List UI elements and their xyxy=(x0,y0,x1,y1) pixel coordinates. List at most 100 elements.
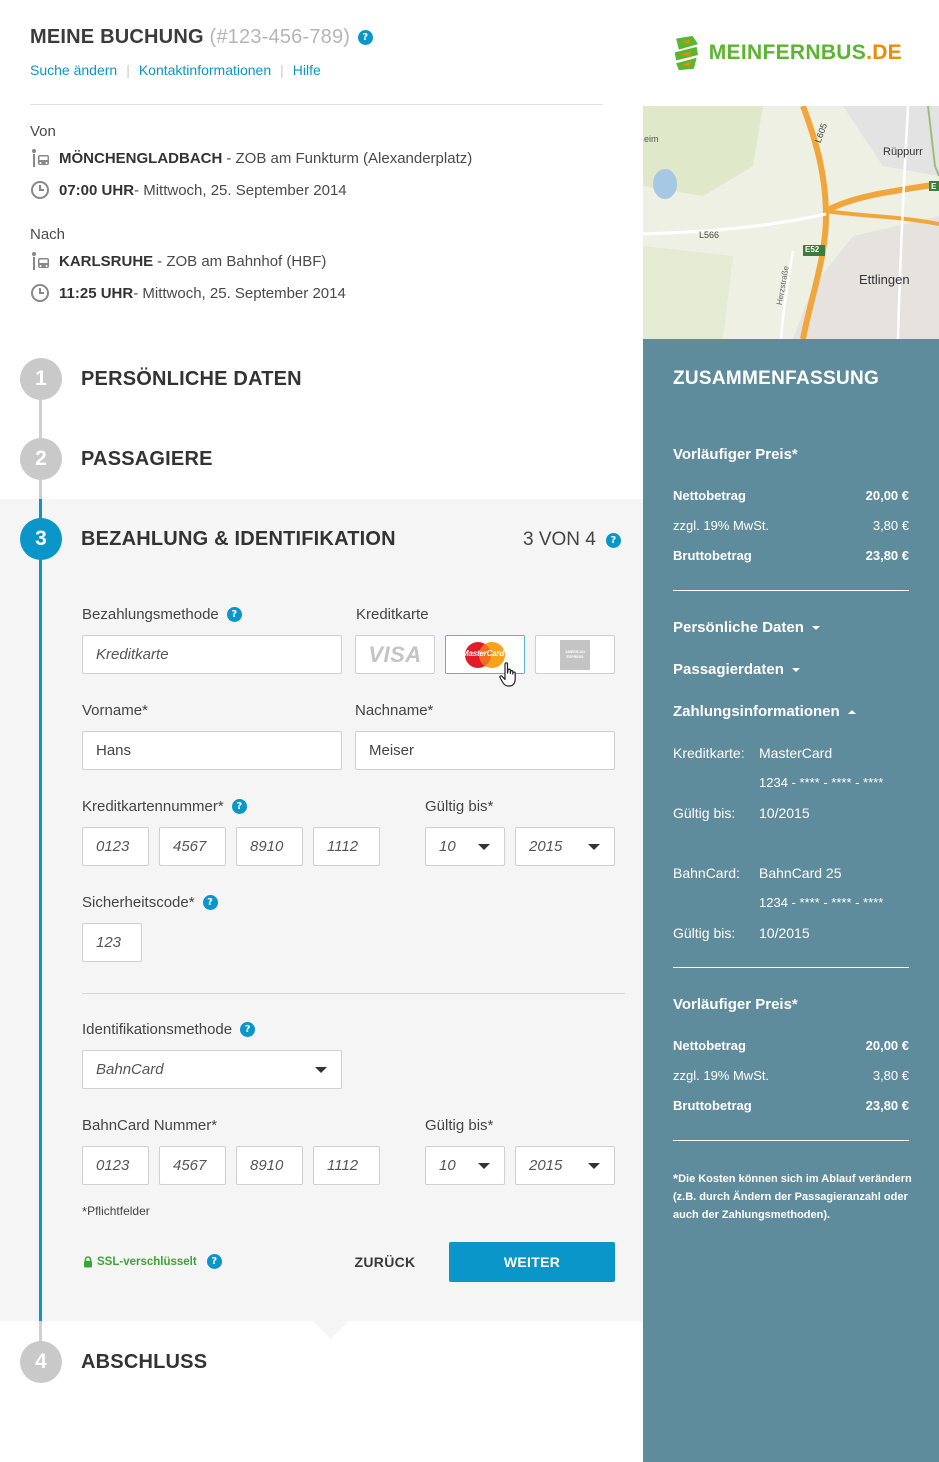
cc-valid-label: Gültig bis* xyxy=(425,798,494,815)
toggle-payment-info[interactable]: Zahlungsinformationen xyxy=(673,703,856,720)
map-label-edge-left: eim xyxy=(644,134,659,144)
map-label-edge-right: E xyxy=(931,182,937,191)
step-progress: 3 VON 4 ? xyxy=(523,529,621,551)
next-button[interactable]: WEITER xyxy=(449,1242,615,1282)
cvc-field[interactable]: 123 xyxy=(82,923,142,962)
to-station: - ZOB am Bahnhof (HBF) xyxy=(157,252,327,270)
bahncard-number-part-2[interactable]: 4567 xyxy=(159,1146,226,1185)
header-links: Suche ändern | Kontaktinformationen | Hilfe xyxy=(30,62,321,78)
to-city: KARLSRUHE xyxy=(59,252,154,270)
bus-stop-icon xyxy=(32,252,49,270)
vat-value-2: 3,80 € xyxy=(872,1068,909,1083)
cc-number-part-1[interactable]: 0123 xyxy=(82,827,149,866)
cc-number-label: Kreditkartennummer* ? xyxy=(82,798,247,815)
toggle-personal-data[interactable]: Persönliche Daten xyxy=(673,619,820,636)
chevron-down-icon xyxy=(478,1162,490,1169)
panel-notch xyxy=(313,1321,349,1339)
chevron-down-icon xyxy=(588,843,600,850)
required-fields-note: *Pflichtfelder xyxy=(82,1204,150,1219)
gross-value-2: 23,80 € xyxy=(865,1098,909,1113)
id-method-select[interactable]: BahnCard xyxy=(82,1050,342,1089)
route-from-label: Von xyxy=(30,123,56,140)
step-4-title: ABSCHLUSS xyxy=(81,1351,208,1373)
info-bahncard-value: BahnCard 25 xyxy=(759,865,842,881)
mastercard-logo-text: MasterCard xyxy=(462,649,505,658)
step-3-title: BEZAHLUNG & IDENTIFIKATION xyxy=(81,528,396,550)
ssl-badge: SSL-verschlüsselt ? xyxy=(83,1254,222,1269)
first-name-field[interactable]: Hans xyxy=(82,731,342,770)
question-icon[interactable]: ? xyxy=(226,607,242,622)
cc-valid-month-select[interactable]: 10 xyxy=(425,827,505,866)
logo[interactable]: MEINFERNBUS.DE xyxy=(672,25,902,81)
clock-icon xyxy=(31,181,49,199)
caret-down-icon xyxy=(791,667,800,672)
step-1-title[interactable]: PERSÖNLICHE DATEN xyxy=(81,368,302,391)
question-icon[interactable]: ? xyxy=(231,799,247,814)
summary-title: ZUSAMMENFASSUNG xyxy=(673,368,880,389)
form-divider xyxy=(82,993,625,994)
price-title-2: Vorläufiger Preis* xyxy=(673,996,798,1013)
bahncard-valid-year-select[interactable]: 2015 xyxy=(515,1146,615,1185)
step-connector-active xyxy=(39,499,42,1321)
price-disclaimer: *Die Kosten können sich im Ablauf veränd… xyxy=(673,1171,912,1221)
net-value: 20,00 € xyxy=(865,488,909,503)
card-option-amex[interactable]: AMERICAN EXPRESS xyxy=(535,635,615,674)
step-2-circle[interactable]: 2 xyxy=(20,438,62,480)
bahncard-number-part-3[interactable]: 8910 xyxy=(236,1146,303,1185)
logo-tld: .DE xyxy=(866,41,902,64)
question-icon[interactable]: ? xyxy=(605,532,621,548)
question-icon[interactable]: ? xyxy=(202,895,218,910)
logo-icon xyxy=(674,35,699,71)
map-label-ruppurr: Rüppurr xyxy=(883,146,923,158)
net-label-2: Nettobetrag xyxy=(673,1038,746,1053)
toggle-passenger-data[interactable]: Passagierdaten xyxy=(673,661,800,678)
price-title: Vorläufiger Preis* xyxy=(673,446,798,463)
gross-label: Bruttobetrag xyxy=(673,548,752,563)
vat-label-2: zzgl. 19% MwSt. xyxy=(673,1068,770,1083)
link-separator: | xyxy=(126,62,130,78)
chevron-down-icon xyxy=(588,1162,600,1169)
question-icon[interactable]: ? xyxy=(206,1254,222,1269)
link-contact-info[interactable]: Kontaktinformationen xyxy=(139,62,271,78)
to-date: - Mittwoch, 25. September 2014 xyxy=(133,284,346,302)
cc-number-part-4[interactable]: 1112 xyxy=(313,827,380,866)
last-name-field[interactable]: Meiser xyxy=(355,731,615,770)
bahncard-number-part-4[interactable]: 1112 xyxy=(313,1146,380,1185)
chevron-down-icon xyxy=(315,1066,327,1073)
bahncard-number-part-1[interactable]: 0123 xyxy=(82,1146,149,1185)
bahncard-valid-month-select[interactable]: 10 xyxy=(425,1146,505,1185)
cvc-label: Sicherheitscode* ? xyxy=(82,894,218,911)
question-icon[interactable]: ? xyxy=(357,30,373,46)
info-card-valid-label: Gültig bis: xyxy=(673,805,736,821)
link-change-search[interactable]: Suche ändern xyxy=(30,62,117,78)
link-help[interactable]: Hilfe xyxy=(293,62,321,78)
cc-valid-year-select[interactable]: 2015 xyxy=(515,827,615,866)
step-1-circle[interactable]: 1 xyxy=(20,358,62,400)
id-method-label: Identifikationsmethode ? xyxy=(82,1021,256,1038)
back-button[interactable]: ZURÜCK xyxy=(340,1242,430,1282)
card-option-visa[interactable]: VISA xyxy=(355,635,435,674)
first-name-label: Vorname* xyxy=(82,702,148,719)
amex-logo: AMERICAN EXPRESS xyxy=(560,639,590,670)
map-label-ettlingen: Ettlingen xyxy=(859,272,910,287)
vat-label: zzgl. 19% MwSt. xyxy=(673,518,770,533)
question-icon[interactable]: ? xyxy=(240,1022,256,1037)
route-from-time: 07:00 UHR - Mittwoch, 25. September 2014 xyxy=(30,180,347,200)
map-graphic xyxy=(643,106,939,339)
bahncard-valid-label: Gültig bis* xyxy=(425,1117,494,1134)
route-map[interactable]: Rüppurr Ettlingen L566 E52 L605 Herzstra… xyxy=(643,106,939,339)
summary-divider xyxy=(673,1140,909,1141)
net-value-2: 20,00 € xyxy=(865,1038,909,1053)
info-card-label: Kreditkarte: xyxy=(673,745,745,761)
info-bahncard-valid-label: Gültig bis: xyxy=(673,925,736,941)
payment-method-field[interactable]: Kreditkarte xyxy=(82,635,342,674)
bus-stop-icon xyxy=(32,149,49,167)
header-divider xyxy=(30,104,603,105)
bahncard-number-label: BahnCard Nummer* xyxy=(82,1117,218,1134)
cc-number-part-3[interactable]: 8910 xyxy=(236,827,303,866)
step-2-title[interactable]: PASSAGIERE xyxy=(81,448,213,471)
visa-logo: VISA xyxy=(368,641,422,667)
cc-number-part-2[interactable]: 4567 xyxy=(159,827,226,866)
logo-text: MEINFERNBUS xyxy=(708,41,867,64)
route-to-station: KARLSRUHE - ZOB am Bahnhof (HBF) xyxy=(30,251,326,271)
